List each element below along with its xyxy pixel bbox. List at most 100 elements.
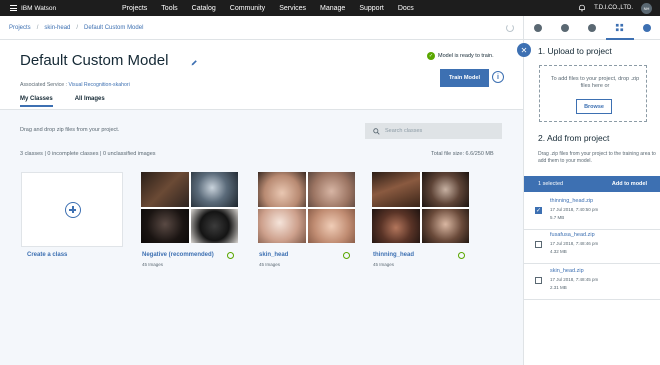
class-card-thinning-head[interactable] [372, 172, 469, 243]
search-input[interactable]: Search classes [365, 123, 502, 139]
nav-item-tools[interactable]: Tools [154, 5, 184, 12]
class-image-count: 45 Images [373, 262, 395, 267]
collaborators-icon [588, 24, 597, 32]
ready-status-text: Model is ready to train. [438, 53, 494, 59]
nav-menu: Projects Tools Catalog Community Service… [115, 5, 421, 12]
info-icon[interactable]: i [492, 71, 504, 83]
nav-item-manage[interactable]: Manage [313, 5, 352, 12]
file-checkbox[interactable] [535, 241, 542, 248]
add-circle-icon[interactable] [65, 202, 81, 218]
nav-item-docs[interactable]: Docs [391, 5, 421, 12]
add-description: Drag .zip files from your project to the… [538, 151, 656, 164]
class-tabs: My Classes All Images [20, 96, 105, 107]
file-name: thinning_head.zip [550, 198, 594, 204]
data-grid-icon [616, 23, 624, 31]
class-name-negative[interactable]: Negative (recommended) [142, 252, 214, 258]
drag-instructions: Drag and drop zip files from your projec… [20, 127, 120, 133]
nav-item-projects[interactable]: Projects [115, 5, 154, 12]
breadcrumb-separator: / [36, 24, 39, 31]
nav-item-support[interactable]: Support [352, 5, 391, 12]
class-complete-icon [343, 252, 350, 259]
notification-bell-icon[interactable] [578, 4, 586, 12]
class-name-thinning-head[interactable]: thinning_head [373, 252, 414, 258]
selection-bar: 1 selected Add to model [524, 176, 660, 192]
class-card-skin-head[interactable] [258, 172, 355, 243]
file-size: 2.31 MB [550, 285, 567, 290]
class-thumbnail [258, 172, 306, 207]
create-class-card[interactable] [21, 172, 123, 247]
add-to-model-button[interactable]: Add to model [612, 181, 647, 187]
search-placeholder: Search classes [385, 128, 423, 134]
brand[interactable]: IBM Watson [10, 5, 115, 12]
file-name: skin_head.zip [550, 268, 584, 274]
class-counts: 3 classes | 0 incomplete classes | 0 unc… [20, 151, 156, 157]
panel-tab-collaborators[interactable] [579, 16, 606, 40]
class-thumbnail [258, 208, 306, 243]
info-circle-icon [533, 24, 542, 32]
associated-service-label: Associated Service : [20, 82, 67, 88]
file-date: 17 Jul 2018, 7:48:46 pm [550, 241, 599, 246]
class-thumbnail [421, 172, 469, 207]
file-checkbox[interactable] [535, 277, 542, 284]
panel-tab-info[interactable] [524, 16, 551, 40]
class-thumbnail [372, 172, 420, 207]
edit-pencil-icon[interactable] [190, 59, 198, 67]
breadcrumb-separator: / [76, 24, 79, 31]
tab-my-classes[interactable]: My Classes [20, 96, 53, 107]
class-complete-icon [227, 252, 234, 259]
class-thumbnail [421, 208, 469, 243]
panel-tab-settings[interactable] [551, 16, 578, 40]
top-navigation: IBM Watson Projects Tools Catalog Commun… [0, 0, 660, 16]
breadcrumb-projects[interactable]: Projects [9, 25, 31, 31]
file-list-item[interactable]: skin_head.zip 17 Jul 2018, 7:48:45 pm 2.… [524, 264, 660, 300]
train-model-button[interactable]: Train Model [440, 69, 489, 87]
status-check-icon [643, 24, 652, 32]
company-name[interactable]: T.D.I.CO.,LTD. [594, 5, 633, 11]
create-class-link[interactable]: Create a class [27, 252, 67, 258]
page-title: Default Custom Model [20, 52, 169, 69]
selected-count: 1 selected [538, 181, 564, 187]
avatar[interactable]: NH [641, 2, 652, 14]
file-list-item[interactable]: ✓ thinning_head.zip 17 Jul 2018, 7:40:50… [524, 194, 660, 230]
class-thumbnail [372, 208, 420, 243]
upload-heading: 1. Upload to project [538, 46, 612, 56]
dropzone-text: To add files to your project, drop .zip … [550, 76, 640, 89]
nav-right: T.D.I.CO.,LTD. NH [578, 0, 652, 16]
breadcrumb-project[interactable]: skin-head [44, 25, 70, 31]
file-date: 17 Jul 2018, 7:48:45 pm [550, 277, 599, 282]
panel-toolbar [524, 16, 660, 40]
tab-all-images[interactable]: All Images [75, 96, 105, 107]
breadcrumb-model[interactable]: Default Custom Model [84, 25, 143, 31]
ready-status: ✓ Model is ready to train. [427, 52, 494, 60]
file-size: 5.7 MB [550, 215, 565, 220]
class-name-skin-head[interactable]: skin_head [259, 252, 288, 258]
file-size: 4.32 MB [550, 249, 567, 254]
file-list-item[interactable]: fusafusa_head.zip 17 Jul 2018, 7:48:46 p… [524, 228, 660, 264]
file-name: fusafusa_head.zip [550, 232, 595, 238]
nav-item-community[interactable]: Community [223, 5, 272, 12]
nav-item-catalog[interactable]: Catalog [185, 5, 223, 12]
nav-item-services[interactable]: Services [272, 5, 313, 12]
class-image-count: 45 Images [259, 262, 281, 267]
brand-label: IBM Watson [21, 4, 57, 12]
class-thumbnail [190, 172, 238, 207]
breadcrumb: Projects / skin-head / Default Custom Mo… [0, 16, 523, 40]
panel-tab-status[interactable] [634, 16, 660, 40]
panel-tab-data[interactable] [606, 16, 634, 40]
class-card-negative[interactable] [141, 172, 238, 243]
close-panel-icon[interactable]: ✕ [517, 43, 531, 57]
search-icon [373, 127, 380, 135]
loading-spinner-icon [506, 24, 514, 32]
class-thumbnail [141, 172, 189, 207]
file-date: 17 Jul 2018, 7:40:50 pm [550, 207, 599, 212]
menu-icon[interactable] [10, 5, 17, 11]
checkmark-icon: ✓ [427, 52, 435, 60]
browse-button[interactable]: Browse [576, 99, 612, 114]
associated-service-link[interactable]: Visual Recognition-skahori [68, 82, 129, 88]
settings-icon [561, 24, 570, 32]
file-dropzone[interactable]: To add files to your project, drop .zip … [539, 65, 647, 122]
class-thumbnail [190, 208, 238, 243]
add-from-project-heading: 2. Add from project [538, 133, 610, 143]
file-checkbox-checked[interactable]: ✓ [535, 207, 542, 214]
class-thumbnail [307, 208, 355, 243]
